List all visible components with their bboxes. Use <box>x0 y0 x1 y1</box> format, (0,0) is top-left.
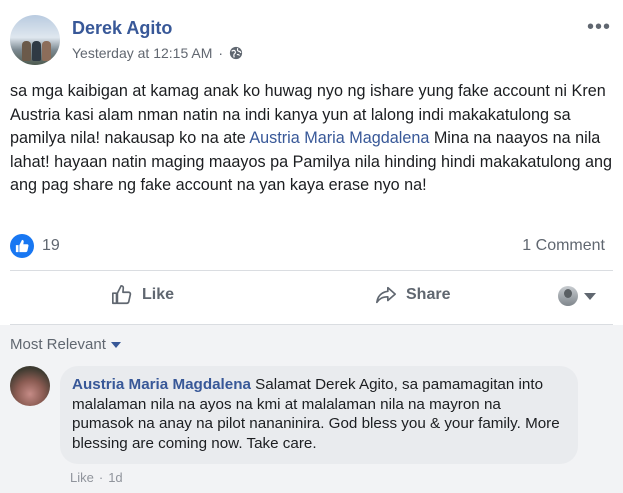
comment-sort-dropdown[interactable]: Most Relevant <box>10 336 121 353</box>
globe-icon[interactable] <box>229 46 243 60</box>
comment-bubble: Austria Maria Magdalena Salamat Derek Ag… <box>60 366 578 464</box>
thumbs-up-outline-icon <box>112 285 132 305</box>
divider <box>10 270 613 271</box>
author-avatar[interactable] <box>10 15 60 65</box>
chevron-down-icon <box>110 341 121 348</box>
avatar-figure <box>42 41 51 61</box>
comment-like-link[interactable]: Like <box>70 470 94 485</box>
reactions-summary[interactable]: 19 <box>10 234 60 258</box>
post-mention-link[interactable]: Austria Maria Magdalena <box>249 129 429 147</box>
share-button[interactable]: Share <box>375 284 450 306</box>
comment-separator: · <box>98 470 104 485</box>
share-button-label: Share <box>406 286 451 303</box>
like-button[interactable]: Like <box>111 284 174 306</box>
facebook-post: Derek Agito Yesterday at 12:15 AM · ••• … <box>0 0 623 493</box>
comment-count-link[interactable]: 1 Comment <box>522 237 605 255</box>
avatar-figure <box>32 41 41 61</box>
thumbs-up-icon <box>15 239 29 253</box>
commenter-name[interactable]: Austria Maria Magdalena <box>72 376 251 393</box>
like-button-label: Like <box>142 286 175 303</box>
comment-age[interactable]: 1d <box>108 470 122 485</box>
share-arrow-icon <box>376 286 396 304</box>
post-as-selector[interactable] <box>558 286 596 306</box>
chevron-down-icon <box>584 292 596 300</box>
post-timestamp[interactable]: Yesterday at 12:15 AM <box>72 45 212 61</box>
post-text: sa mga kaibigan at kamag anak ko huwag n… <box>10 80 616 198</box>
avatar-figure <box>22 41 31 61</box>
reaction-count: 19 <box>42 237 60 254</box>
comment-actions: Like · 1d <box>70 470 123 485</box>
post-meta: Yesterday at 12:15 AM · <box>72 45 243 61</box>
user-mini-avatar <box>558 286 578 306</box>
meta-separator: · <box>218 45 224 61</box>
more-options-icon[interactable]: ••• <box>587 16 611 39</box>
post-author-name[interactable]: Derek Agito <box>72 18 172 39</box>
like-reaction-icon <box>10 234 34 258</box>
sort-label: Most Relevant <box>10 336 106 353</box>
commenter-avatar[interactable] <box>10 366 50 406</box>
